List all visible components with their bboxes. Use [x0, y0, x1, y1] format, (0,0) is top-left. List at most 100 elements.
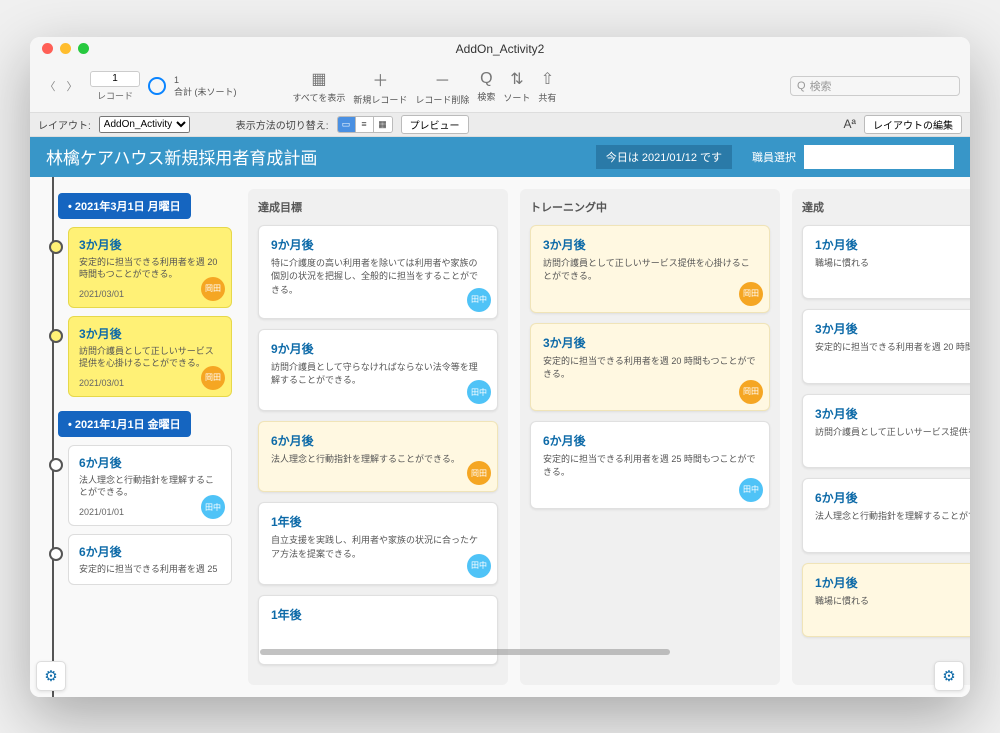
kanban-card[interactable]: 9か月後 特に介護度の高い利用者を除いては利用者や家族の個別の状況を把握し、全般…	[258, 225, 498, 319]
kanban-card[interactable]: 9か月後 訪問介護員として守らなければならない法令等を理解することができる。 田…	[258, 329, 498, 412]
text-format-button[interactable]: Aª	[844, 117, 856, 131]
card-title: 6か月後	[543, 432, 757, 449]
search-input[interactable]: Q検索	[790, 76, 960, 96]
view-table-button[interactable]: ▦	[374, 117, 392, 132]
page-title: 林檎ケアハウス新規採用者育成計画	[46, 144, 317, 169]
kanban-card[interactable]: 1か月後 職場に慣れる	[802, 563, 970, 638]
assignee-badge: 岡田	[467, 461, 491, 485]
card-description: 職場に慣れる	[815, 595, 970, 609]
preview-button[interactable]: プレビュー	[401, 115, 469, 134]
gear-icon: ⚙	[942, 667, 955, 685]
kanban-card[interactable]: 6か月後 法人理念と行動指針を理解することがで	[802, 478, 970, 553]
kanban-card[interactable]: 3か月後 訪問介護員として正しいサービス提供を心掛けることができる。 岡田	[530, 225, 770, 313]
view-list-button[interactable]: ≡	[356, 117, 374, 132]
card-title: 3か月後	[815, 405, 970, 422]
card-description: 安定的に担当できる利用者を週 20 時間	[815, 341, 970, 355]
card-description: 訪問介護員として守らなければならない法令等を理解することができる。	[271, 361, 485, 388]
staff-select-input[interactable]	[804, 145, 954, 169]
card-title: 1年後	[271, 513, 485, 530]
titlebar: AddOn_Activity2	[30, 37, 970, 61]
card-description: 自立支援を実践し、利用者や家族の状況に合ったケア方法を提案できる。	[271, 534, 485, 561]
edit-layout-button[interactable]: レイアウトの編集	[864, 115, 962, 134]
assignee-badge: 岡田	[201, 366, 225, 390]
timeline-card[interactable]: 3か月後 訪問介護員として正しいサービス提供を心掛けることができる。 2021/…	[68, 316, 232, 397]
card-title: 3か月後	[543, 236, 757, 253]
card-title: 6か月後	[79, 543, 221, 560]
card-title: 1か月後	[815, 574, 970, 591]
card-title: 6か月後	[815, 489, 970, 506]
settings-right-button[interactable]: ⚙	[934, 661, 964, 691]
card-description: 訪問介護員として正しいサービス提供を心掛けることができる。	[543, 257, 757, 284]
layout-label: レイアウト:	[38, 117, 91, 132]
delete-record-button[interactable]: －レコード削除	[415, 67, 469, 106]
kanban-board[interactable]: 達成目標9か月後 特に介護度の高い利用者を除いては利用者や家族の個別の状況を把握…	[240, 177, 970, 697]
kanban-card[interactable]: 1か月後 職場に慣れる	[802, 225, 970, 300]
kanban-card[interactable]: 6か月後 安定的に担当できる利用者を週 25 時間もつことができる。 田中	[530, 421, 770, 509]
view-buttons: ▭ ≡ ▦	[337, 116, 393, 133]
card-title: 6か月後	[79, 454, 221, 471]
toolbar: 〈 〉 レコード 1 合計 (未ソート) ▦すべてを表示 ＋新規レコード －レコ…	[30, 61, 970, 113]
kanban-card[interactable]: 1年後 自立支援を実践し、利用者や家族の状況に合ったケア方法を提案できる。 田中	[258, 502, 498, 585]
minimize-icon[interactable]	[60, 43, 71, 54]
gear-icon: ⚙	[44, 667, 57, 685]
pie-chart-icon[interactable]	[148, 77, 166, 95]
total-text: 合計 (未ソート)	[174, 85, 237, 98]
timeline-date-header: • 2021年3月1日 月曜日	[58, 193, 191, 219]
assignee-badge: 田中	[467, 554, 491, 578]
card-title: 1年後	[271, 606, 485, 623]
assignee-badge: 田中	[739, 478, 763, 502]
search-icon: Q	[797, 80, 806, 92]
card-description: 安定的に担当できる利用者を週 25	[79, 563, 221, 576]
zoom-icon[interactable]	[78, 43, 89, 54]
timeline-card[interactable]: 6か月後 安定的に担当できる利用者を週 25	[68, 534, 232, 585]
timeline-date-header: • 2021年1月1日 金曜日	[58, 411, 191, 437]
kanban-column: トレーニング中3か月後 訪問介護員として正しいサービス提供を心掛けることができる…	[520, 189, 780, 685]
layout-bar: レイアウト: AddOn_Activity 表示方法の切り替え: ▭ ≡ ▦ プ…	[30, 113, 970, 137]
timeline-card[interactable]: 6か月後 法人理念と行動指針を理解することができる。 2021/01/01 田中	[68, 445, 232, 526]
kanban-card[interactable]: 6か月後 法人理念と行動指針を理解することができる。 岡田	[258, 421, 498, 492]
record-number-input[interactable]	[90, 71, 140, 87]
card-date: 2021/01/01	[79, 507, 221, 517]
kanban-card[interactable]: 3か月後 訪問介護員として正しいサービス提供をきる。	[802, 394, 970, 469]
close-icon[interactable]	[42, 43, 53, 54]
card-title: 6か月後	[271, 432, 485, 449]
card-description: 安定的に担当できる利用者を週 20 時間もつことができる。	[79, 256, 221, 281]
assignee-badge: 田中	[201, 495, 225, 519]
card-description: 法人理念と行動指針を理解することがで	[815, 510, 970, 524]
traffic-lights	[42, 43, 89, 54]
assignee-badge: 田中	[467, 288, 491, 312]
settings-left-button[interactable]: ⚙	[36, 661, 66, 691]
layout-select[interactable]: AddOn_Activity	[99, 116, 190, 133]
app-window: AddOn_Activity2 〈 〉 レコード 1 合計 (未ソート) ▦すべ…	[30, 37, 970, 697]
assignee-badge: 岡田	[739, 380, 763, 404]
card-description: 特に介護度の高い利用者を除いては利用者や家族の個別の状況を把握し、全般的に担当を…	[271, 257, 485, 298]
card-title: 3か月後	[815, 320, 970, 337]
show-all-button[interactable]: ▦すべてを表示	[293, 69, 346, 104]
page-header: 林檎ケアハウス新規採用者育成計画 今日は 2021/01/12 です 職員選択	[30, 137, 970, 177]
today-date-badge: 今日は 2021/01/12 です	[596, 145, 732, 169]
assignee-badge: 岡田	[739, 282, 763, 306]
card-title: 3か月後	[79, 325, 221, 342]
sort-button[interactable]: ⇅ソート	[503, 69, 530, 104]
nav-back-button[interactable]: 〈	[40, 77, 60, 95]
kanban-card[interactable]: 3か月後 安定的に担当できる利用者を週 20 時間もつことができる。 岡田	[530, 323, 770, 411]
new-record-button[interactable]: ＋新規レコード	[353, 67, 407, 106]
record-label: レコード	[97, 89, 133, 102]
timeline-card[interactable]: 3か月後 安定的に担当できる利用者を週 20 時間もつことができる。 2021/…	[68, 227, 232, 308]
nav-forward-button[interactable]: 〉	[62, 77, 82, 95]
search-button[interactable]: Q検索	[477, 70, 495, 103]
card-description: 安定的に担当できる利用者を週 25 時間もつことができる。	[543, 453, 757, 480]
view-form-button[interactable]: ▭	[338, 117, 356, 132]
card-description: 法人理念と行動指針を理解することができる。	[271, 453, 485, 467]
kanban-card[interactable]: 3か月後 安定的に担当できる利用者を週 20 時間	[802, 309, 970, 384]
card-title: 3か月後	[79, 236, 221, 253]
card-description: 法人理念と行動指針を理解することができる。	[79, 474, 221, 499]
share-button[interactable]: ⇧共有	[538, 69, 556, 104]
card-title: 3か月後	[543, 334, 757, 351]
content-area: • 2021年3月1日 月曜日 3か月後 安定的に担当できる利用者を週 20 時間…	[30, 177, 970, 697]
card-description: 訪問介護員として正しいサービス提供を心掛けることができる。	[79, 345, 221, 370]
assignee-badge: 岡田	[201, 277, 225, 301]
horizontal-scrollbar[interactable]	[260, 649, 670, 655]
card-description: 安定的に担当できる利用者を週 20 時間もつことができる。	[543, 355, 757, 382]
timeline-column[interactable]: • 2021年3月1日 月曜日 3か月後 安定的に担当できる利用者を週 20 時間…	[30, 177, 240, 697]
